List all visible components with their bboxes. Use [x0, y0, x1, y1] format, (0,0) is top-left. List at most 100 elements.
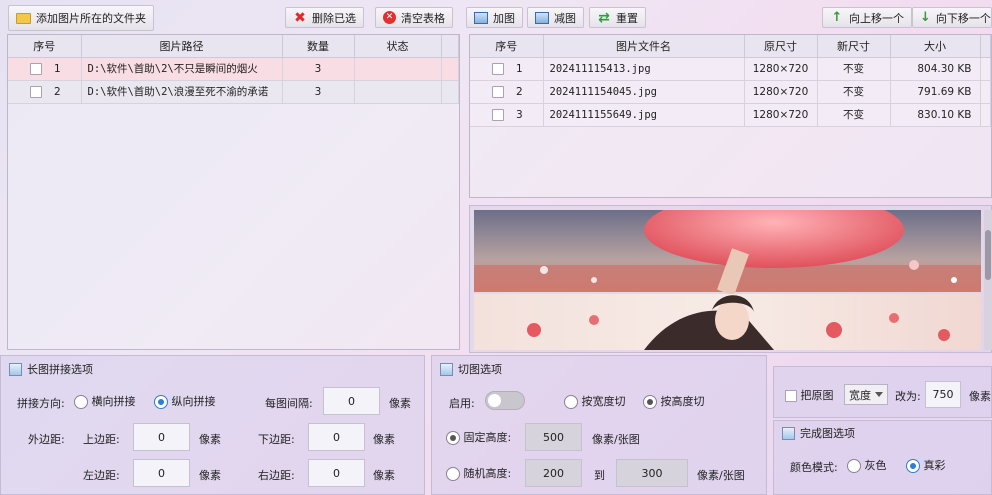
- row-index: 3: [516, 108, 523, 121]
- random-to-input[interactable]: 300: [616, 459, 688, 487]
- arrow-up-icon: ↑: [831, 10, 843, 25]
- col-status[interactable]: 状态: [354, 35, 442, 58]
- random-height-radio[interactable]: 随机高度:: [446, 465, 511, 481]
- clear-table-button[interactable]: ✕ 清空表格: [375, 7, 453, 28]
- table-row[interactable]: 2 D:\软件\首助\2\浪漫至死不渝的承诺 3: [8, 80, 459, 104]
- row-index: 2: [54, 85, 61, 98]
- stitch-options-panel: 长图拼接选项 拼接方向: 横向拼接 纵向拼接 每图间隔: 0 像素 外边距: 上…: [0, 355, 425, 495]
- row-filename: 202411115413.jpg: [549, 62, 651, 75]
- row-filename: 2024111154045.jpg: [549, 85, 657, 98]
- row-file-size: 830.10 KB: [917, 108, 972, 121]
- row-filename: 2024111155649.jpg: [549, 108, 657, 121]
- fixed-height-unit: 像素/张图: [592, 433, 640, 446]
- reset-button[interactable]: ⇄ 重置: [589, 7, 646, 28]
- col-original-size[interactable]: 原尺寸: [744, 35, 818, 58]
- enable-toggle[interactable]: [485, 391, 525, 410]
- add-image-button[interactable]: 加图: [466, 7, 523, 28]
- preview-scrollbar[interactable]: [984, 210, 992, 350]
- chevron-down-icon: [875, 392, 883, 397]
- row-count: 3: [314, 62, 322, 75]
- folder-table[interactable]: 序号 图片路径 数量 状态 1 D:\软件\首助\2\不只是瞬间的烟火 3 2 …: [7, 34, 460, 350]
- table-row[interactable]: 2 2024111154045.jpg 1280×720 不变 791.69 K…: [470, 80, 991, 104]
- row-new-size: 不变: [843, 86, 864, 98]
- direction-label: 拼接方向:: [17, 397, 65, 410]
- row-new-size: 不变: [843, 109, 864, 121]
- folder-add-icon: [16, 12, 31, 24]
- remove-image-icon: [535, 11, 549, 24]
- margin-label: 外边距:: [28, 433, 65, 446]
- row-file-size: 804.30 KB: [917, 62, 972, 75]
- resize-unit: 像素: [969, 390, 991, 403]
- to-label: 到: [594, 469, 605, 482]
- row-index: 1: [516, 62, 523, 75]
- cut-title: 切图选项: [440, 361, 502, 377]
- delete-x-icon: ✖: [294, 9, 306, 26]
- row-original-size: 1280×720: [752, 108, 809, 121]
- remove-image-button[interactable]: 减图: [527, 7, 584, 28]
- add-image-icon: [474, 11, 488, 24]
- table-row[interactable]: 1 202411115413.jpg 1280×720 不变 804.30 KB: [470, 57, 991, 81]
- left-margin-unit: 像素: [199, 469, 221, 482]
- row-checkbox[interactable]: [30, 85, 42, 98]
- row-checkbox[interactable]: [492, 108, 504, 121]
- add-folder-button[interactable]: 添加图片所在的文件夹: [8, 5, 154, 31]
- gray-radio[interactable]: 灰色: [847, 457, 887, 473]
- resize-value-input[interactable]: 750: [925, 381, 961, 408]
- bottom-margin-unit: 像素: [373, 433, 395, 446]
- file-table-header: 序号 图片文件名 原尺寸 新尺寸 大小: [470, 35, 991, 58]
- arrow-down-icon: ↓: [920, 10, 931, 25]
- finish-options-panel: 完成图选项 颜色模式: 灰色 真彩: [773, 420, 992, 495]
- row-checkbox[interactable]: [492, 85, 504, 98]
- gap-label: 每图间隔:: [265, 397, 313, 410]
- row-new-size: 不变: [843, 63, 864, 75]
- settings-icon: [9, 362, 22, 376]
- bottom-margin-label: 下边距:: [258, 433, 295, 446]
- move-down-button[interactable]: ↓ 向下移一个: [912, 7, 992, 28]
- cut-by-height-radio[interactable]: 按高度切: [643, 393, 705, 409]
- move-up-button[interactable]: ↑ 向上移一个: [822, 7, 912, 28]
- row-path: D:\软件\首助\2\浪漫至死不渝的承诺: [87, 86, 269, 98]
- random-from-input[interactable]: 200: [525, 459, 582, 487]
- col-new-size[interactable]: 新尺寸: [817, 35, 891, 58]
- col-spacer: [980, 35, 991, 58]
- row-checkbox[interactable]: [492, 62, 504, 75]
- delete-selected-button[interactable]: ✖ 删除已选: [285, 7, 364, 28]
- image-preview-panel: [469, 205, 992, 353]
- bottom-margin-input[interactable]: 0: [308, 423, 365, 451]
- right-margin-unit: 像素: [373, 469, 395, 482]
- row-original-size: 1280×720: [752, 85, 809, 98]
- right-margin-input[interactable]: 0: [308, 459, 365, 487]
- row-count: 3: [314, 85, 322, 98]
- gap-input[interactable]: 0: [323, 387, 380, 415]
- top-margin-label: 上边距:: [83, 433, 120, 446]
- random-height-unit: 像素/张图: [697, 469, 745, 482]
- col-filename[interactable]: 图片文件名: [543, 35, 745, 58]
- file-table[interactable]: 序号 图片文件名 原尺寸 新尺寸 大小 1 202411115413.jpg 1…: [469, 34, 992, 198]
- fixed-height-input[interactable]: 500: [525, 423, 582, 451]
- col-index[interactable]: 序号: [470, 35, 544, 58]
- horizontal-radio[interactable]: 横向拼接: [74, 393, 136, 409]
- cut-options-panel: 切图选项 启用: 按宽度切 按高度切 固定高度: 500 像素/张图 随机高度:…: [431, 355, 767, 495]
- true-color-radio[interactable]: 真彩: [906, 457, 946, 473]
- scrollbar-thumb[interactable]: [985, 230, 991, 280]
- resize-checkbox[interactable]: 把原图: [785, 387, 834, 403]
- right-margin-label: 右边距:: [258, 469, 295, 482]
- scissors-icon: [440, 362, 453, 376]
- col-file-size[interactable]: 大小: [890, 35, 981, 58]
- cut-by-width-radio[interactable]: 按宽度切: [564, 393, 626, 409]
- col-index[interactable]: 序号: [8, 35, 82, 58]
- col-count[interactable]: 数量: [282, 35, 355, 58]
- table-row[interactable]: 3 2024111155649.jpg 1280×720 不变 830.10 K…: [470, 103, 991, 127]
- left-margin-input[interactable]: 0: [133, 459, 190, 487]
- col-spacer: [441, 35, 459, 58]
- row-original-size: 1280×720: [752, 62, 809, 75]
- table-row[interactable]: 1 D:\软件\首助\2\不只是瞬间的烟火 3: [8, 57, 459, 81]
- vertical-radio[interactable]: 纵向拼接: [154, 393, 216, 409]
- row-index: 2: [516, 85, 523, 98]
- fixed-height-radio[interactable]: 固定高度:: [446, 429, 511, 445]
- top-margin-input[interactable]: 0: [133, 423, 190, 451]
- top-margin-unit: 像素: [199, 433, 221, 446]
- row-checkbox[interactable]: [30, 62, 42, 75]
- resize-dimension-select[interactable]: 宽度: [844, 384, 888, 405]
- col-path[interactable]: 图片路径: [81, 35, 283, 58]
